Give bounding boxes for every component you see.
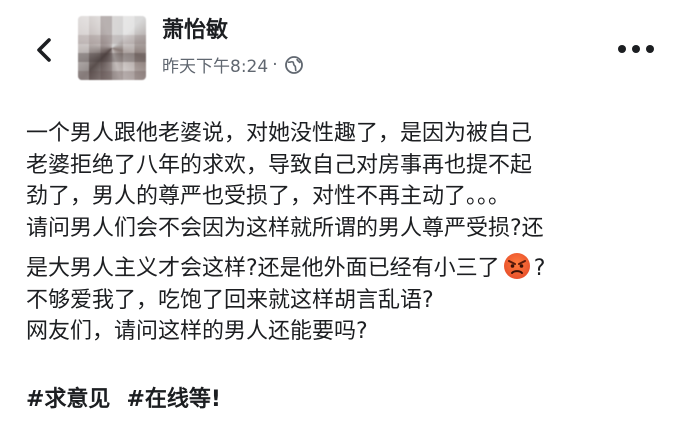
post-line: 网友们，请问这样的男人还能要吗? [26,319,368,344]
post-line: 不够爱我了，吃饱了回来就这样胡言乱语? [26,287,434,313]
back-button[interactable] [26,32,62,68]
hashtag-link[interactable]: #在线等! [126,381,220,413]
hashtag-row: #求意见 #在线等! [26,381,221,413]
meta-separator: · [272,54,278,75]
post-timestamp[interactable]: 昨天下午8:24 [162,52,268,77]
post-meta: 昨天下午8:24 · [162,52,304,77]
avatar[interactable] [78,16,146,80]
post-line-with-emoji: 是大男人主义才会这样?还是他外面已经有小三了 ? [26,252,686,285]
post-header: 萧怡敏 昨天下午8:24 · [0,0,700,90]
post-line: 老婆拒绝了八年的求欢，导致自己对房事再也提不起 [26,152,533,178]
avatar-blur-overlay [78,16,146,80]
chevron-left-icon [37,38,51,62]
author-name[interactable]: 萧怡敏 [162,12,228,44]
more-options-button[interactable] [612,34,660,64]
post-line: 劲了，男人的尊严也受损了，对性不再主动了。。。 [26,184,511,209]
globe-icon[interactable] [284,55,304,75]
post-line: 一个男人跟他老婆说，对她没性趣了，是因为被自己 [26,121,533,146]
angry-face-icon [503,252,531,280]
post-text: 一个男人跟他老婆说，对她没性趣了，是因为被自己 老婆拒绝了八年的求欢，导致自己对… [26,118,686,348]
post-line-text: ? [533,256,546,281]
post-line-text: 是大男人主义才会这样?还是他外面已经有小三了 [26,256,500,281]
more-dots-icon [618,45,654,53]
hashtag-link[interactable]: #求意见 [26,381,110,413]
post-line: 请问男人们会不会因为这样就所谓的男人尊严受损?还 [26,215,544,241]
